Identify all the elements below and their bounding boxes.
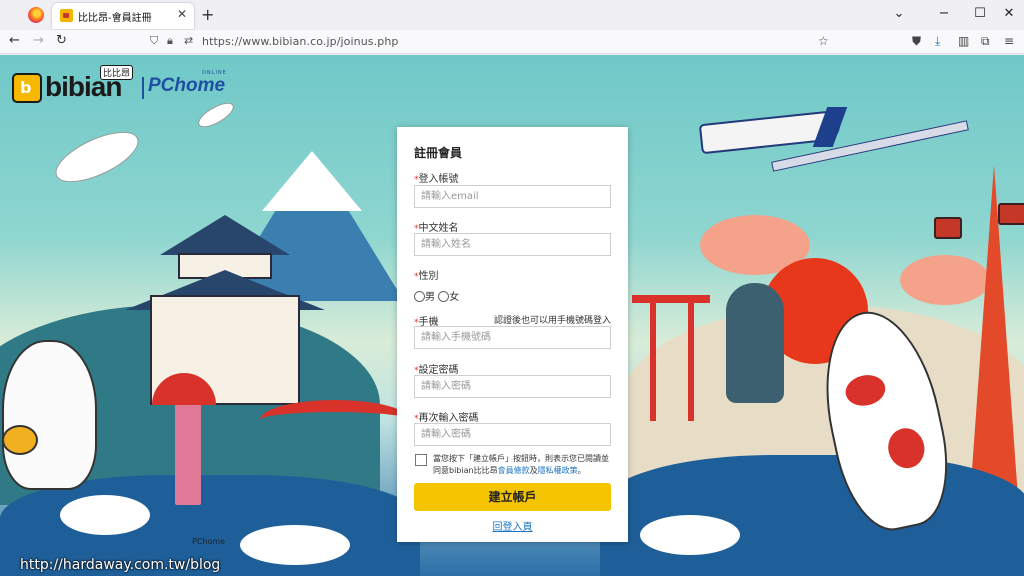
url-bar[interactable]: https://www.bibian.co.jp/joinus.php <box>202 35 398 48</box>
wave-foam-illustration <box>60 495 150 535</box>
lucky-coin-illustration <box>2 425 38 455</box>
create-account-button[interactable]: 建立帳戶 <box>414 483 611 511</box>
forward-icon[interactable]: → <box>33 33 44 48</box>
download-icon[interactable]: ⤓ <box>935 34 940 49</box>
pocket-icon[interactable]: ⛊ <box>912 34 921 49</box>
gender-male-radio[interactable] <box>414 291 425 302</box>
back-icon[interactable]: ← <box>9 33 20 48</box>
new-tab-icon[interactable]: + <box>201 5 214 24</box>
tab-active[interactable]: 比比昂-會員註冊 ✕ <box>52 3 194 29</box>
minimize-icon[interactable]: − <box>935 6 953 21</box>
bookmark-star-icon[interactable]: ☆ <box>818 34 829 48</box>
pchome-credit: PChome <box>192 537 226 546</box>
gondola-illustration <box>934 217 962 239</box>
shield-icon[interactable]: ⛉ <box>150 34 158 48</box>
password-confirm-field[interactable] <box>414 423 611 446</box>
logo-partner-tag: ONLINE <box>202 70 227 76</box>
torii-gate-illustration <box>632 295 710 303</box>
tab-bar: 比比昂-會員註冊 ✕ + ⌄ − ☐ ✕ <box>0 0 1024 30</box>
password-field[interactable] <box>414 375 611 398</box>
name-field[interactable] <box>414 233 611 256</box>
wave-illustration <box>600 455 1024 576</box>
bibian-favicon-icon <box>60 9 73 22</box>
gender-female-radio[interactable] <box>438 291 450 302</box>
permissions-icon[interactable]: ⇄ <box>184 34 193 47</box>
gender-options: 男 女 <box>414 288 459 303</box>
blog-watermark: http://hardaway.com.tw/blog <box>20 557 221 573</box>
close-window-icon[interactable]: ✕ <box>1000 6 1018 21</box>
tab-title: 比比昂-會員註冊 <box>78 13 152 24</box>
torii-pillar-illustration <box>650 301 656 421</box>
terms-link[interactable]: 會員條款 <box>498 466 530 475</box>
fuji-snowcap-illustration <box>262 151 362 211</box>
torii-pillar-illustration <box>688 301 694 421</box>
privacy-link[interactable]: 隱私權政策 <box>538 466 578 475</box>
logo-divider <box>142 77 144 99</box>
extensions-icon[interactable]: ⧉ <box>981 34 990 49</box>
password-label: *設定密碼 <box>414 365 459 376</box>
reload-icon[interactable]: ↻ <box>56 33 67 48</box>
navigation-toolbar: ← → ↻ ⛉ 🔒︎ ⇄ https://www.bibian.co.jp/jo… <box>0 30 1024 54</box>
form-title: 註冊會員 <box>414 146 463 160</box>
terms-checkbox[interactable] <box>415 454 427 466</box>
registration-form: 註冊會員 *登入帳號 *中文姓名 *性別 男 女 *手機 認證後也可以用手機號碼… <box>397 127 628 542</box>
gender-label: *性別 <box>414 271 439 282</box>
logo-brand-chinese: 比比昂 <box>100 65 134 80</box>
lucky-cat-illustration <box>2 340 97 490</box>
firefox-view-icon[interactable] <box>28 7 44 23</box>
account-label: *登入帳號 <box>414 174 459 185</box>
email-field[interactable] <box>414 185 611 208</box>
menu-icon[interactable]: ≡ <box>1004 34 1014 48</box>
wave-foam-illustration <box>640 515 740 555</box>
crane-illustration <box>194 98 238 132</box>
password-confirm-label: *再次輸入密碼 <box>414 413 479 424</box>
buddha-illustration <box>726 283 784 403</box>
phone-hint: 認證後也可以用手機號碼登入 <box>493 316 611 326</box>
back-to-login-link[interactable]: 回登入頁 <box>397 518 628 533</box>
terms-notice: 當您按下「建立帳戶」按鈕時，則表示您已閱讀並同意bibian比比昂會員條款及隱私… <box>433 454 609 475</box>
wave-foam-illustration <box>240 525 350 565</box>
list-all-tabs-icon[interactable]: ⌄ <box>890 6 908 21</box>
koi-spot-illustration <box>884 424 929 472</box>
koi-spot-illustration <box>842 371 889 410</box>
gender-male-label: 男 <box>425 292 435 303</box>
tab-close-icon[interactable]: ✕ <box>177 7 187 21</box>
bibian-logo-icon <box>12 73 42 103</box>
lock-icon[interactable]: 🔒︎ <box>167 34 173 48</box>
name-label: *中文姓名 <box>414 223 459 234</box>
phone-field[interactable] <box>414 326 611 349</box>
maximize-icon[interactable]: ☐ <box>971 6 989 21</box>
castle-roof-illustration <box>160 215 290 255</box>
gender-female-label: 女 <box>449 292 460 303</box>
logo-partner: PChome <box>148 75 226 96</box>
sidebar-icon[interactable]: ▥ <box>958 34 969 48</box>
page-background: bibian 比比昂 PChome ONLINE PChome http://h… <box>0 55 1024 576</box>
crane-illustration <box>48 121 146 193</box>
red-bridge-illustration <box>260 400 410 460</box>
